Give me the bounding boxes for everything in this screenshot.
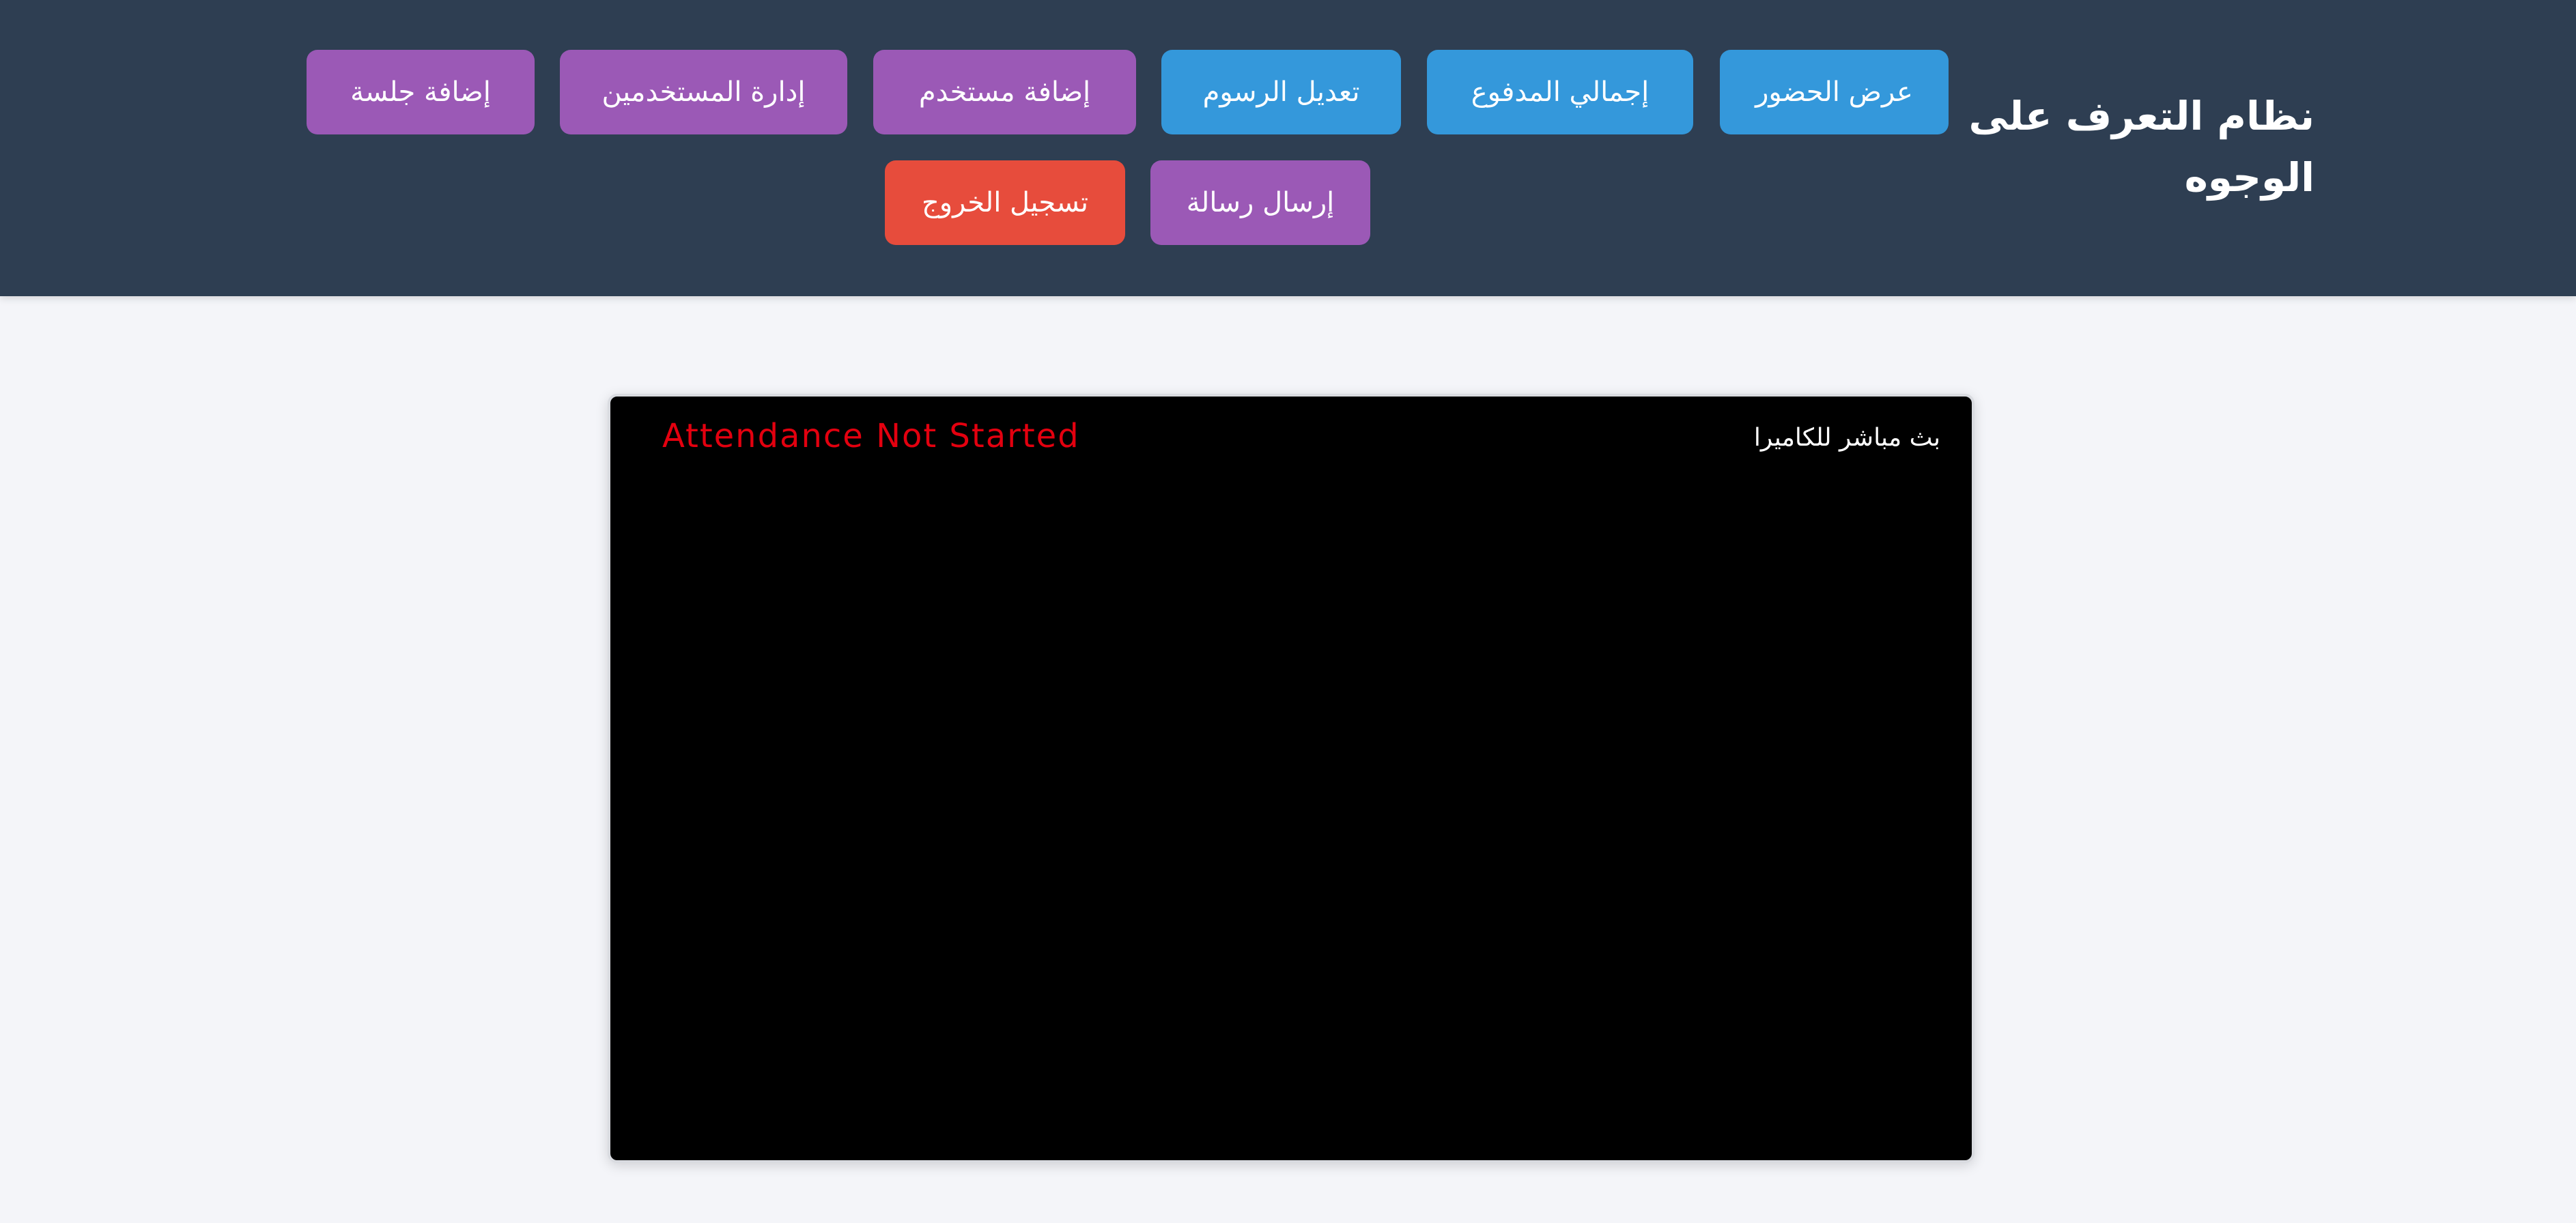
add-session-button[interactable]: إضافة جلسة bbox=[307, 50, 535, 134]
manage-users-button[interactable]: إدارة المستخدمين bbox=[560, 50, 847, 134]
total-paid-button[interactable]: إجمالي المدفوع bbox=[1427, 50, 1693, 134]
view-attendance-button[interactable]: عرض الحضور bbox=[1720, 50, 1949, 134]
page-title: نظام التعرف على الوجوه bbox=[1968, 93, 2315, 201]
logout-button[interactable]: تسجيل الخروج bbox=[885, 160, 1125, 245]
camera-feed: Attendance Not Started بث مباشر للكاميرا bbox=[608, 394, 1975, 1163]
attendance-status: Attendance Not Started bbox=[662, 417, 1080, 455]
edit-fees-button[interactable]: تعديل الرسوم bbox=[1161, 50, 1401, 134]
camera-live-label: بث مباشر للكاميرا bbox=[1753, 424, 1940, 452]
top-header: نظام التعرف على الوجوه عرض الحضور إجمالي… bbox=[0, 0, 2576, 296]
send-message-button[interactable]: إرسال رسالة bbox=[1150, 160, 1370, 245]
add-user-button[interactable]: إضافة مستخدم bbox=[873, 50, 1136, 134]
